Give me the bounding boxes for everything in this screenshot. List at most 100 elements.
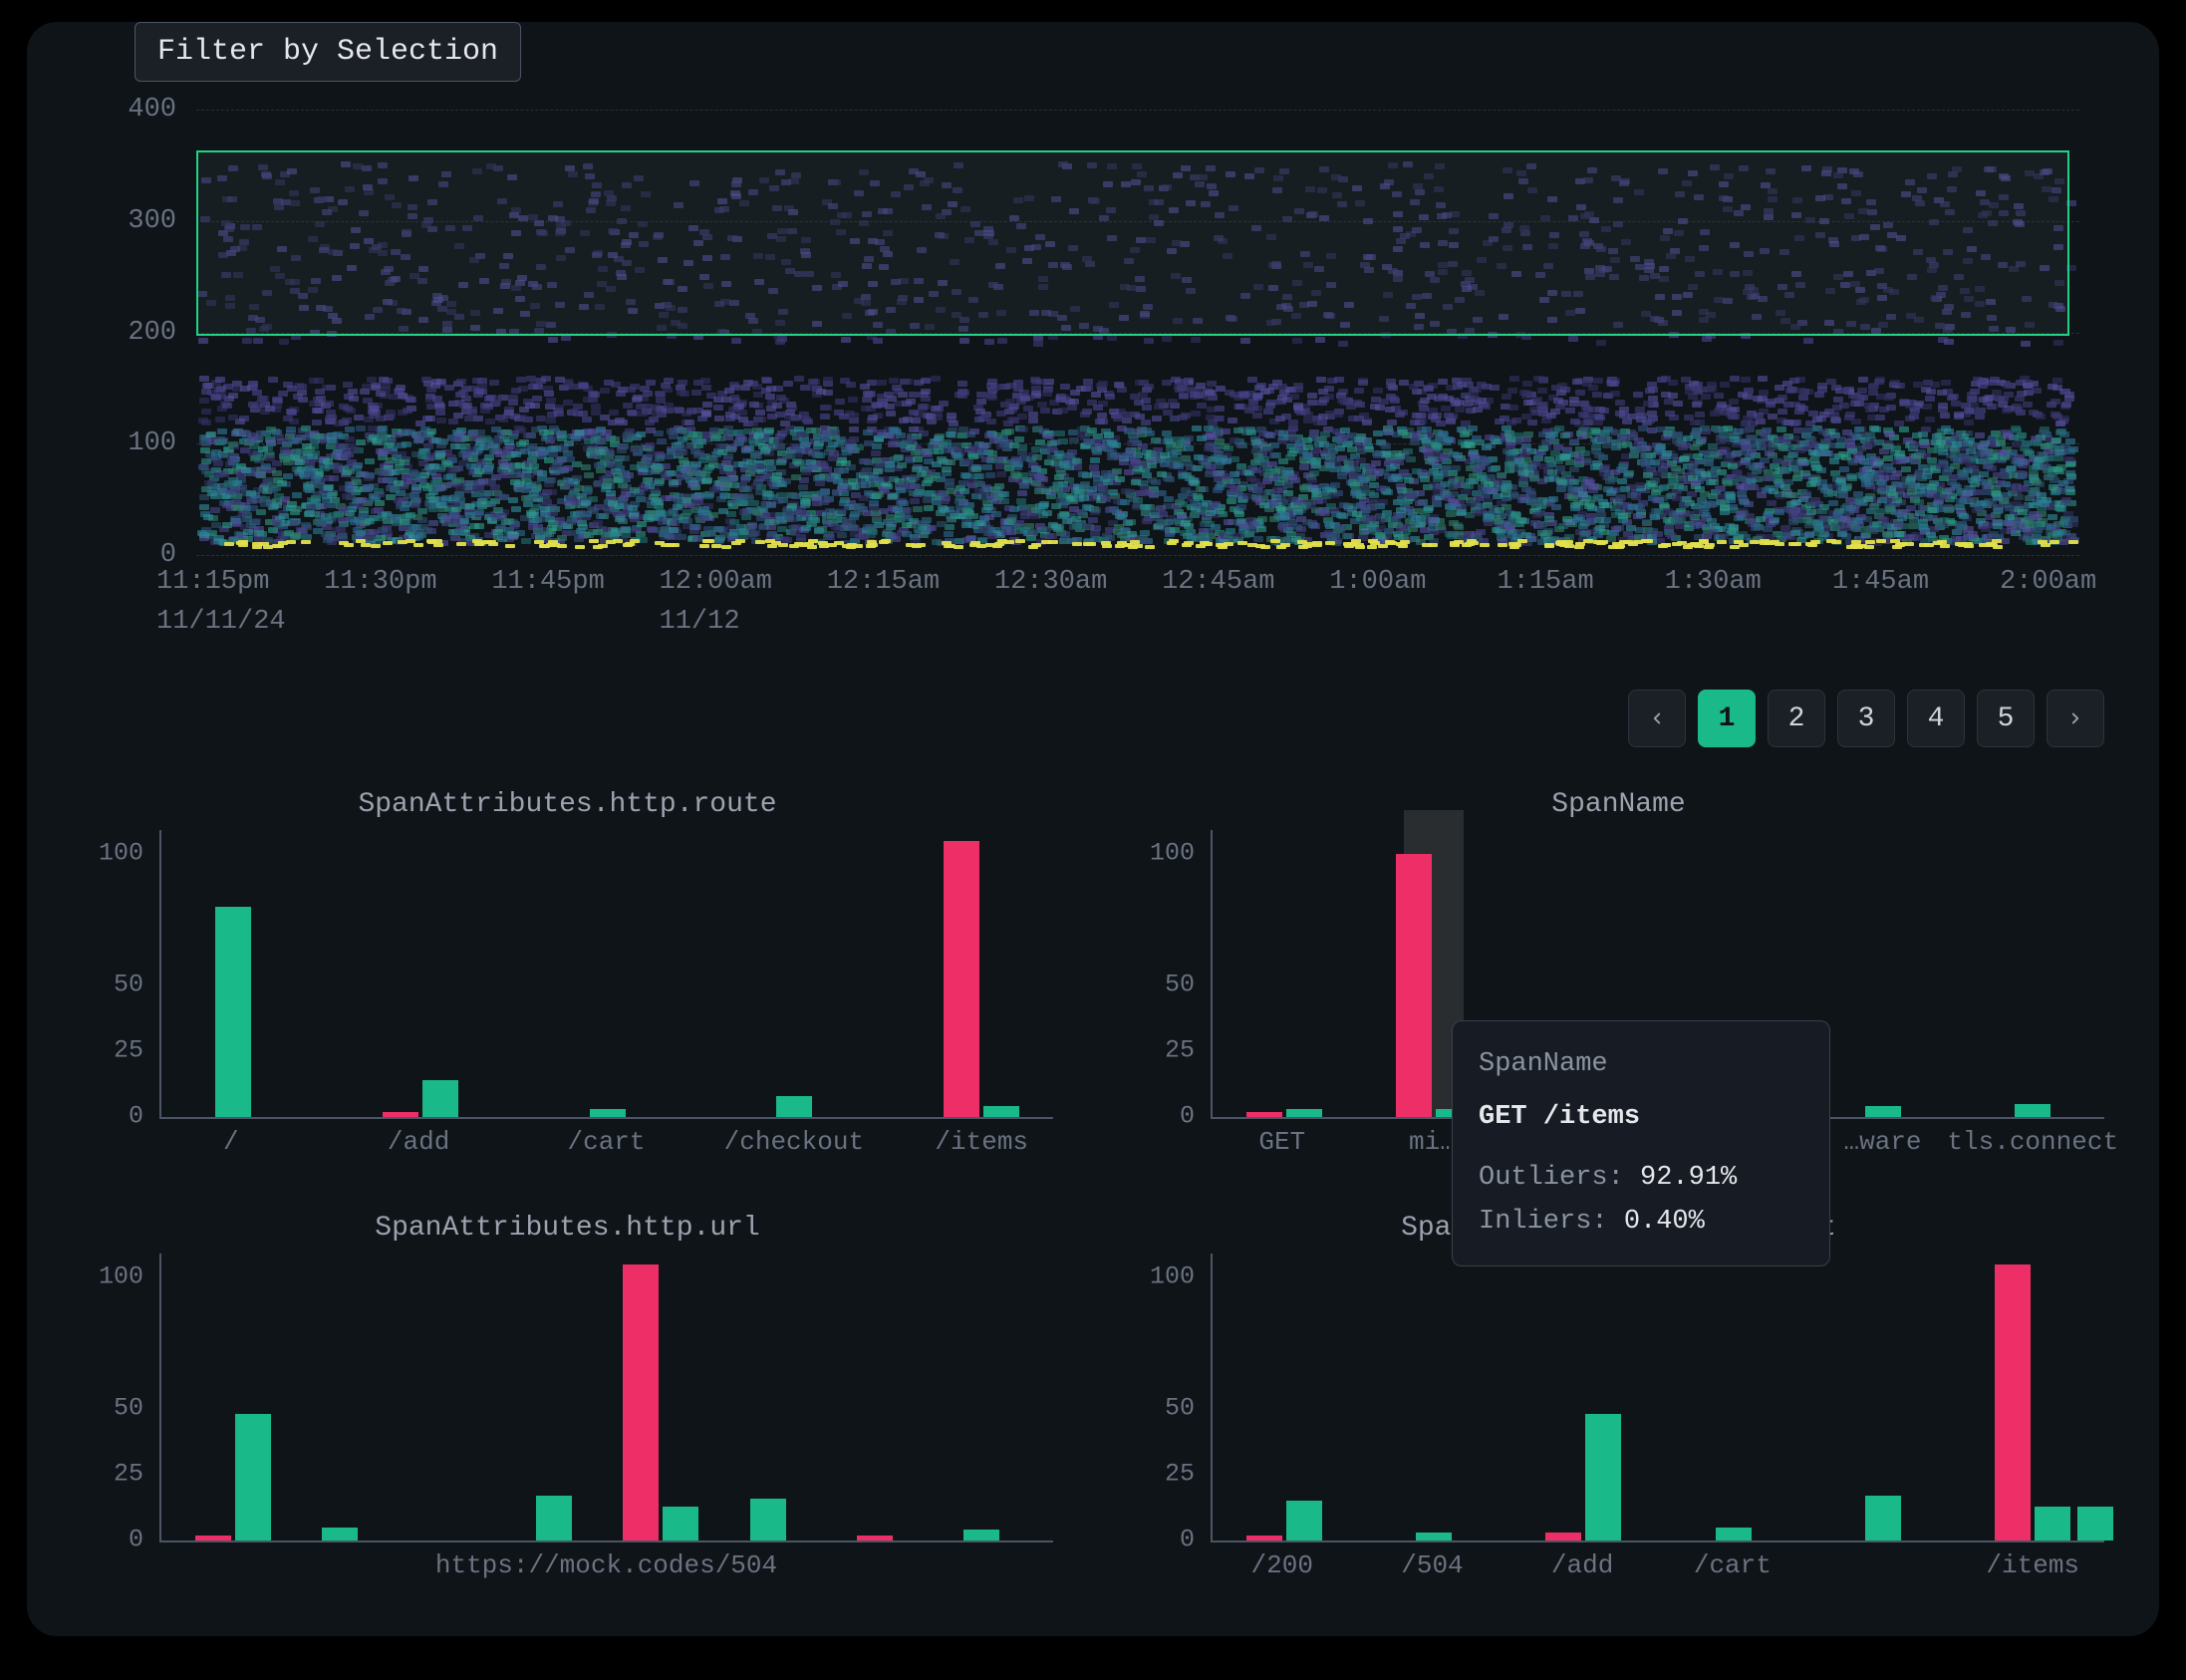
page-4-button[interactable]: 4 bbox=[1907, 690, 1965, 747]
scatter-x-tick: 2:00am bbox=[2000, 567, 2096, 597]
chart-x-tick: GET bbox=[1258, 1127, 1305, 1157]
page-5-button[interactable]: 5 bbox=[1977, 690, 2035, 747]
chart-x-axis: /200/504/add/cart/items bbox=[1211, 1542, 2104, 1582]
bar-pink[interactable] bbox=[1246, 1536, 1282, 1540]
scatter-x-tick: 11:45pm bbox=[491, 567, 604, 597]
chart-y-tick: 100 bbox=[99, 1262, 143, 1291]
bar-group[interactable] bbox=[776, 1096, 812, 1117]
scatter-baseline-band bbox=[196, 539, 2069, 545]
chart-y-tick: 25 bbox=[1165, 1460, 1195, 1489]
bar-green[interactable] bbox=[750, 1499, 786, 1540]
bar-green[interactable] bbox=[1286, 1109, 1322, 1117]
bar-group[interactable] bbox=[1545, 1414, 1621, 1540]
page-next-button[interactable] bbox=[2047, 690, 2104, 747]
bar-pink[interactable] bbox=[383, 1112, 418, 1117]
scatter-x-tick: 11:15pm bbox=[156, 567, 269, 597]
scatter-x-date: 11/11/24 bbox=[156, 607, 286, 637]
bar-pink[interactable] bbox=[1545, 1533, 1581, 1540]
bar-group[interactable] bbox=[1246, 1109, 1322, 1117]
chart-y-tick: 25 bbox=[114, 1460, 143, 1489]
bar-green[interactable] bbox=[590, 1109, 626, 1117]
bar-pink[interactable] bbox=[1246, 1112, 1282, 1117]
bar-green[interactable] bbox=[215, 907, 251, 1117]
bar-group[interactable] bbox=[1865, 1106, 1901, 1117]
filter-by-selection-button[interactable]: Filter by Selection bbox=[135, 22, 521, 82]
bar-pink[interactable] bbox=[944, 841, 979, 1117]
scatter-mid-band bbox=[196, 376, 2069, 420]
bar-group[interactable] bbox=[1716, 1528, 1752, 1540]
bar-green[interactable] bbox=[776, 1096, 812, 1117]
scatter-plot-area[interactable] bbox=[196, 77, 2079, 555]
chart-x-tick: /200 bbox=[1251, 1550, 1313, 1580]
chart-route[interactable]: SpanAttributes.http.route02550100//add/c… bbox=[82, 789, 1053, 1183]
page-3-button[interactable]: 3 bbox=[1837, 690, 1895, 747]
bar-group[interactable] bbox=[322, 1528, 358, 1540]
scatter-x-tick: 1:00am bbox=[1329, 567, 1426, 597]
bar-pink[interactable] bbox=[195, 1536, 231, 1540]
bar-group[interactable] bbox=[623, 1264, 698, 1540]
chart-y-axis: 02550100 bbox=[82, 827, 151, 1116]
bar-group[interactable] bbox=[944, 841, 1019, 1117]
chart-title: SpanName bbox=[1133, 789, 2104, 820]
bar-group[interactable] bbox=[857, 1536, 893, 1540]
bar-green[interactable] bbox=[2035, 1507, 2070, 1540]
bar-group[interactable] bbox=[215, 907, 251, 1117]
bar-green[interactable] bbox=[663, 1507, 698, 1540]
bar-green[interactable] bbox=[1286, 1501, 1322, 1540]
page-prev-button[interactable] bbox=[1628, 690, 1686, 747]
bar-pink[interactable] bbox=[857, 1536, 893, 1540]
chart-url[interactable]: SpanAttributes.http.url02550100https://m… bbox=[82, 1213, 1053, 1606]
bar-green[interactable] bbox=[1416, 1533, 1452, 1540]
chart-x-tick: / bbox=[223, 1127, 239, 1157]
bar-pink[interactable] bbox=[1396, 854, 1432, 1117]
bar-green[interactable] bbox=[1716, 1528, 1752, 1540]
bar-group[interactable] bbox=[195, 1414, 271, 1540]
bar-green[interactable] bbox=[536, 1496, 572, 1540]
bar-group[interactable] bbox=[2015, 1104, 2050, 1117]
bar-group[interactable] bbox=[383, 1080, 458, 1117]
scatter-x-tick: 12:30am bbox=[994, 567, 1107, 597]
scatter-y-axis: 0100200300400 bbox=[87, 77, 186, 555]
tooltip-value: GET /items bbox=[1479, 1096, 1803, 1139]
bar-pink[interactable] bbox=[1995, 1264, 2031, 1540]
bar-group[interactable] bbox=[1246, 1501, 1322, 1540]
bar-green[interactable] bbox=[235, 1414, 271, 1540]
chart-x-tick: /items bbox=[1986, 1550, 2079, 1580]
bar-green[interactable] bbox=[322, 1528, 358, 1540]
bar-green[interactable] bbox=[1865, 1496, 1901, 1540]
chart-plot-area[interactable] bbox=[159, 830, 1053, 1119]
scatter-x-tick: 12:15am bbox=[827, 567, 940, 597]
latency-scatter-chart[interactable]: 0100200300400 11:15pm11/11/2411:30pm11:4… bbox=[87, 77, 2099, 665]
bar-group[interactable] bbox=[536, 1496, 572, 1540]
bar-green[interactable] bbox=[1865, 1106, 1901, 1117]
chart-x-tick: /add bbox=[1551, 1550, 1613, 1580]
chart-plot-area[interactable] bbox=[1211, 1254, 2104, 1542]
chart-y-axis: 02550100 bbox=[1133, 1251, 1203, 1540]
chart-y-tick: 25 bbox=[114, 1036, 143, 1065]
chart-y-tick: 25 bbox=[1165, 1036, 1195, 1065]
tooltip-outliers-label: Outliers: bbox=[1479, 1163, 1624, 1193]
pagination: 12345 bbox=[1628, 690, 2104, 747]
chart-x-tick: mi… bbox=[1409, 1127, 1456, 1157]
page-2-button[interactable]: 2 bbox=[1768, 690, 1825, 747]
chart-target[interactable]: SpanAttributes.http.target02550100/200/5… bbox=[1133, 1213, 2104, 1606]
bar-pink[interactable] bbox=[623, 1264, 659, 1540]
bar-green[interactable] bbox=[2015, 1104, 2050, 1117]
bar-group[interactable] bbox=[590, 1109, 626, 1117]
bar-group[interactable] bbox=[1865, 1496, 1901, 1540]
scatter-y-tick: 0 bbox=[160, 540, 176, 570]
bar-group[interactable] bbox=[963, 1530, 999, 1540]
scatter-x-tick: 1:30am bbox=[1665, 567, 1762, 597]
chart-x-tick: /checkout bbox=[724, 1127, 864, 1157]
bar-group[interactable] bbox=[1995, 1264, 2070, 1540]
page-1-button[interactable]: 1 bbox=[1698, 690, 1756, 747]
chart-plot-area[interactable] bbox=[159, 1254, 1053, 1542]
bar-green[interactable] bbox=[983, 1106, 1019, 1117]
bar-green[interactable] bbox=[422, 1080, 458, 1117]
chart-y-tick: 100 bbox=[1150, 1262, 1195, 1291]
bar-group[interactable] bbox=[1416, 1533, 1452, 1540]
bar-group[interactable] bbox=[750, 1499, 786, 1540]
bar-green[interactable] bbox=[1585, 1414, 1621, 1540]
scatter-selection-box[interactable] bbox=[196, 150, 2069, 336]
bar-green[interactable] bbox=[963, 1530, 999, 1540]
